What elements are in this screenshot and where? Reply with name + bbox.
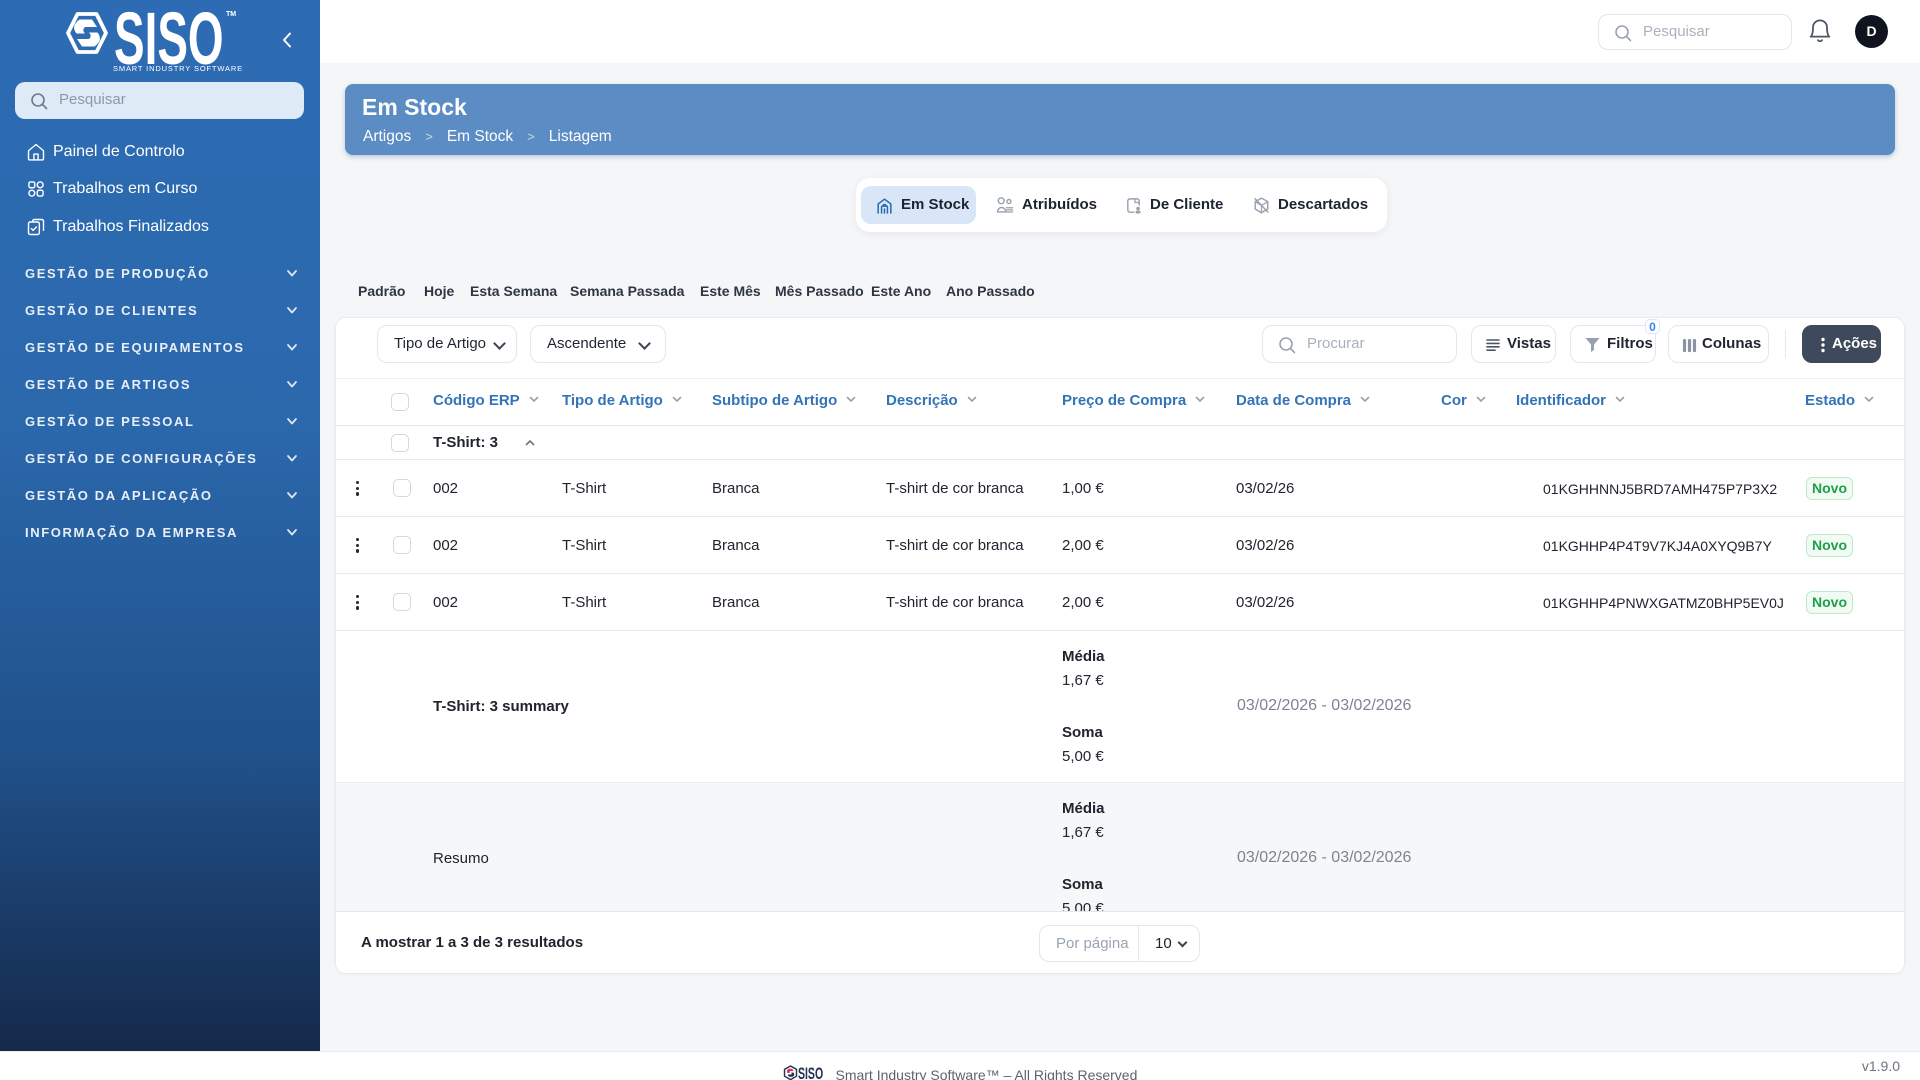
svg-text:SISO: SISO [798,1063,823,1080]
svg-text:TM: TM [226,11,236,18]
